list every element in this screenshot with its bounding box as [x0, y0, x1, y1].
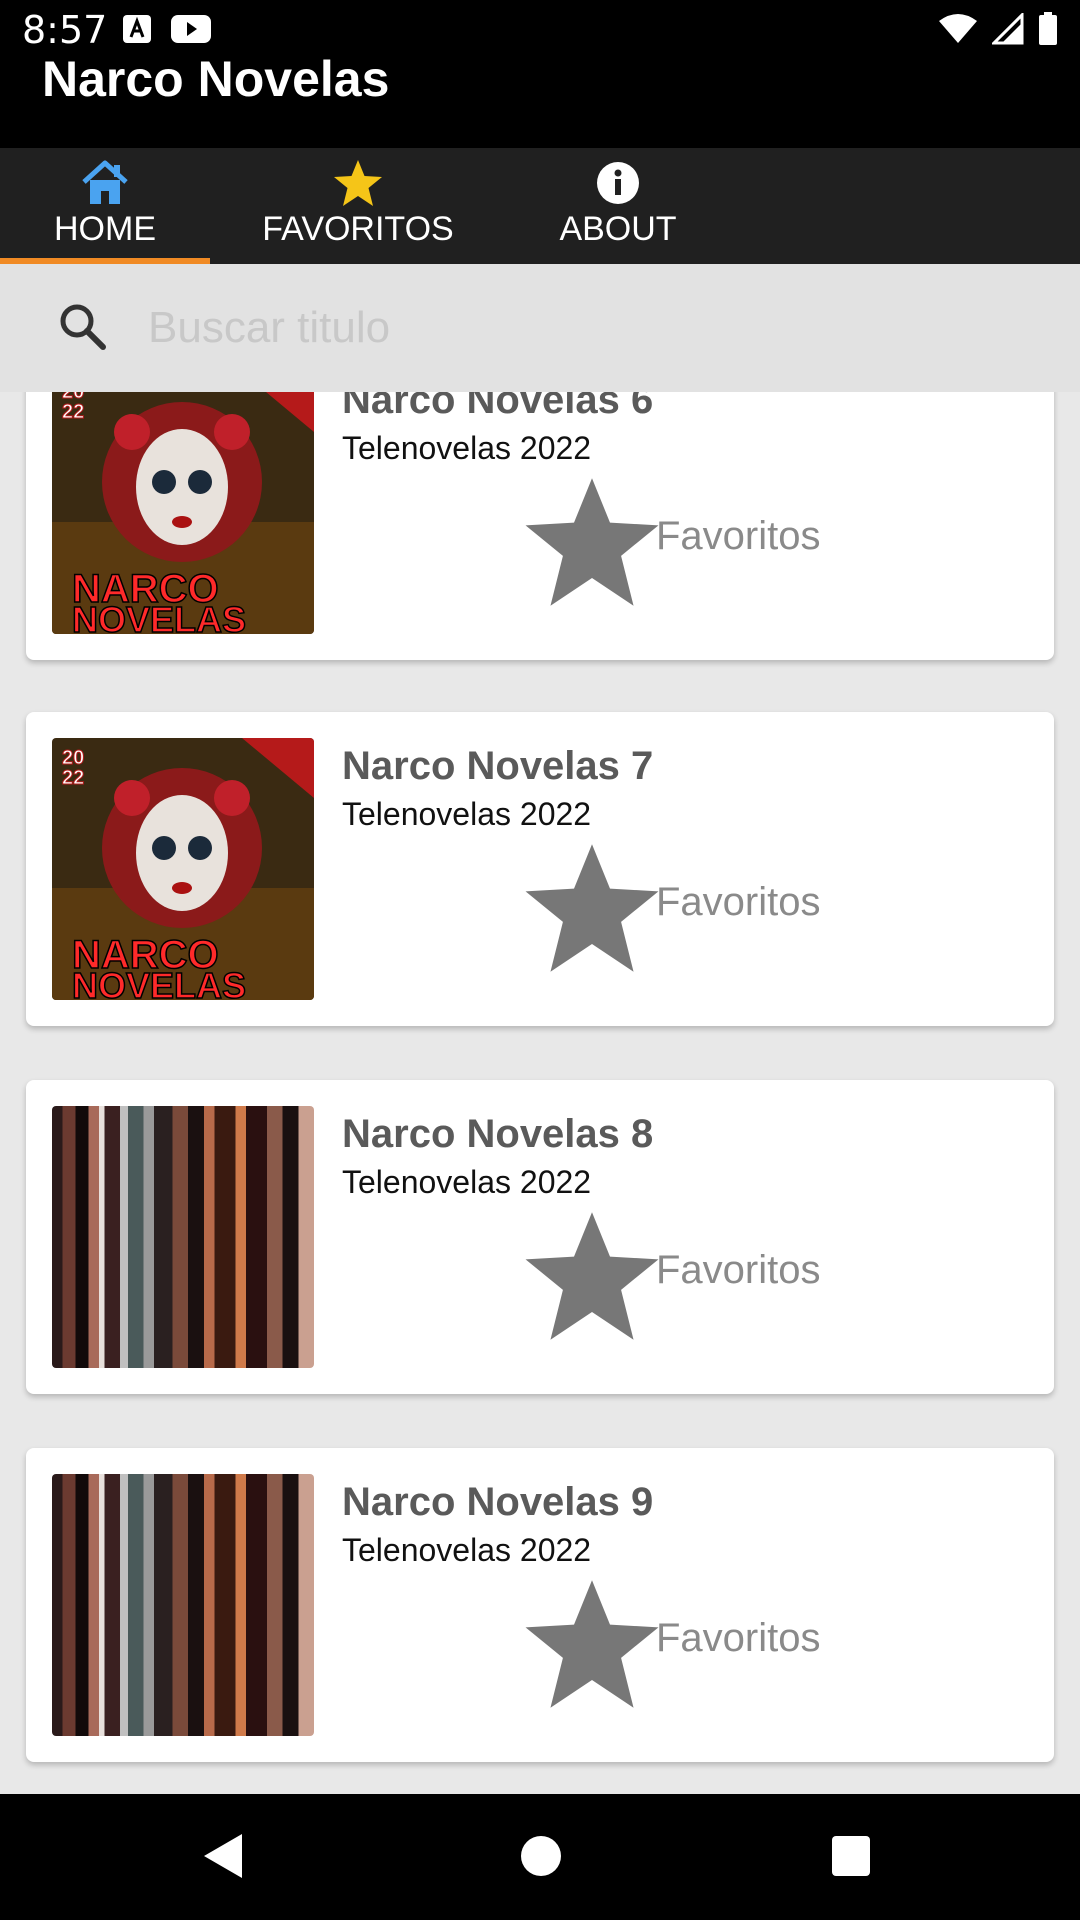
item-subtitle: Telenovelas 2022	[342, 1164, 592, 1200]
favorite-label: Favoritos	[656, 1248, 821, 1292]
item-subtitle: Telenovelas 2022	[342, 796, 592, 832]
search-input[interactable]	[146, 292, 1010, 364]
item-title: Narco Novelas 9	[342, 1480, 654, 1524]
favorite-button[interactable]: Favoritos	[520, 1574, 821, 1719]
search-bar	[0, 264, 1080, 392]
favorite-label: Favoritos	[656, 514, 821, 558]
item-title: Narco Novelas 7	[342, 744, 654, 788]
poster-year-top: 20	[62, 747, 84, 769]
list-item[interactable]: NARCO NOVELAS 20 22 Narco Novelas 7 Tele…	[26, 712, 1054, 1026]
favorite-button[interactable]: Favoritos	[520, 472, 821, 617]
recents-icon[interactable]	[830, 1832, 872, 1885]
striped-thumbnail	[52, 1106, 314, 1368]
list-item[interactable]: Narco Novelas 8 Telenovelas 2022 Favorit…	[26, 1080, 1054, 1394]
star-outline-icon	[520, 1574, 664, 1719]
tab-home-label: HOME	[54, 210, 156, 248]
poster-word-novelas: NOVELAS	[72, 965, 246, 1000]
novelas-list: NARCO NOVELAS 20 22 Narco Novelas 6 Tele…	[0, 392, 1080, 1794]
striped-thumbnail	[52, 1474, 314, 1736]
favorite-label: Favoritos	[656, 1616, 821, 1660]
system-nav-bar	[0, 1794, 1080, 1920]
poster-thumbnail: NARCO NOVELAS 20 22	[52, 738, 314, 1000]
item-title: Narco Novelas 8	[342, 1112, 654, 1156]
favorite-label: Favoritos	[656, 880, 821, 924]
star-outline-icon	[520, 1206, 664, 1351]
list-item[interactable]: Narco Novelas 9 Telenovelas 2022 Favorit…	[26, 1448, 1054, 1762]
youtube-notification-icon	[170, 14, 212, 49]
wifi-icon	[938, 13, 978, 50]
info-icon	[596, 158, 640, 208]
search-icon[interactable]	[58, 302, 108, 357]
signal-icon	[990, 11, 1024, 50]
home-icon	[80, 158, 130, 208]
poster-thumbnail: NARCO NOVELAS 20 22	[52, 392, 314, 634]
tab-favoritos-label: FAVORITOS	[262, 210, 454, 248]
tab-favoritos[interactable]: FAVORITOS	[252, 148, 464, 264]
item-title: Narco Novelas 6	[342, 392, 654, 422]
keyboard-notification-icon	[122, 14, 152, 49]
home-nav-icon[interactable]	[520, 1832, 562, 1885]
list-item[interactable]: NARCO NOVELAS 20 22 Narco Novelas 6 Tele…	[26, 392, 1054, 660]
item-subtitle: Telenovelas 2022	[342, 1532, 592, 1568]
star-icon	[332, 158, 384, 208]
poster-year-bottom: 22	[62, 401, 84, 423]
back-icon[interactable]	[200, 1832, 246, 1885]
star-outline-icon	[520, 472, 664, 617]
tab-home[interactable]: HOME	[0, 148, 210, 264]
app-title: Narco Novelas	[42, 51, 390, 107]
favorite-button[interactable]: Favoritos	[520, 1206, 821, 1351]
favorite-button[interactable]: Favoritos	[520, 838, 821, 983]
tab-about-label: ABOUT	[559, 210, 677, 248]
tab-about[interactable]: ABOUT	[546, 148, 690, 264]
poster-year-bottom: 22	[62, 767, 84, 789]
battery-icon	[1038, 12, 1058, 51]
status-bar: 8:57 Narco Novelas	[0, 0, 1080, 148]
status-time: 8:57	[22, 8, 108, 52]
poster-word-novelas: NOVELAS	[72, 599, 246, 634]
item-subtitle: Telenovelas 2022	[342, 430, 592, 466]
star-outline-icon	[520, 838, 664, 983]
tab-bar: HOME FAVORITOS ABOUT	[0, 148, 1080, 264]
